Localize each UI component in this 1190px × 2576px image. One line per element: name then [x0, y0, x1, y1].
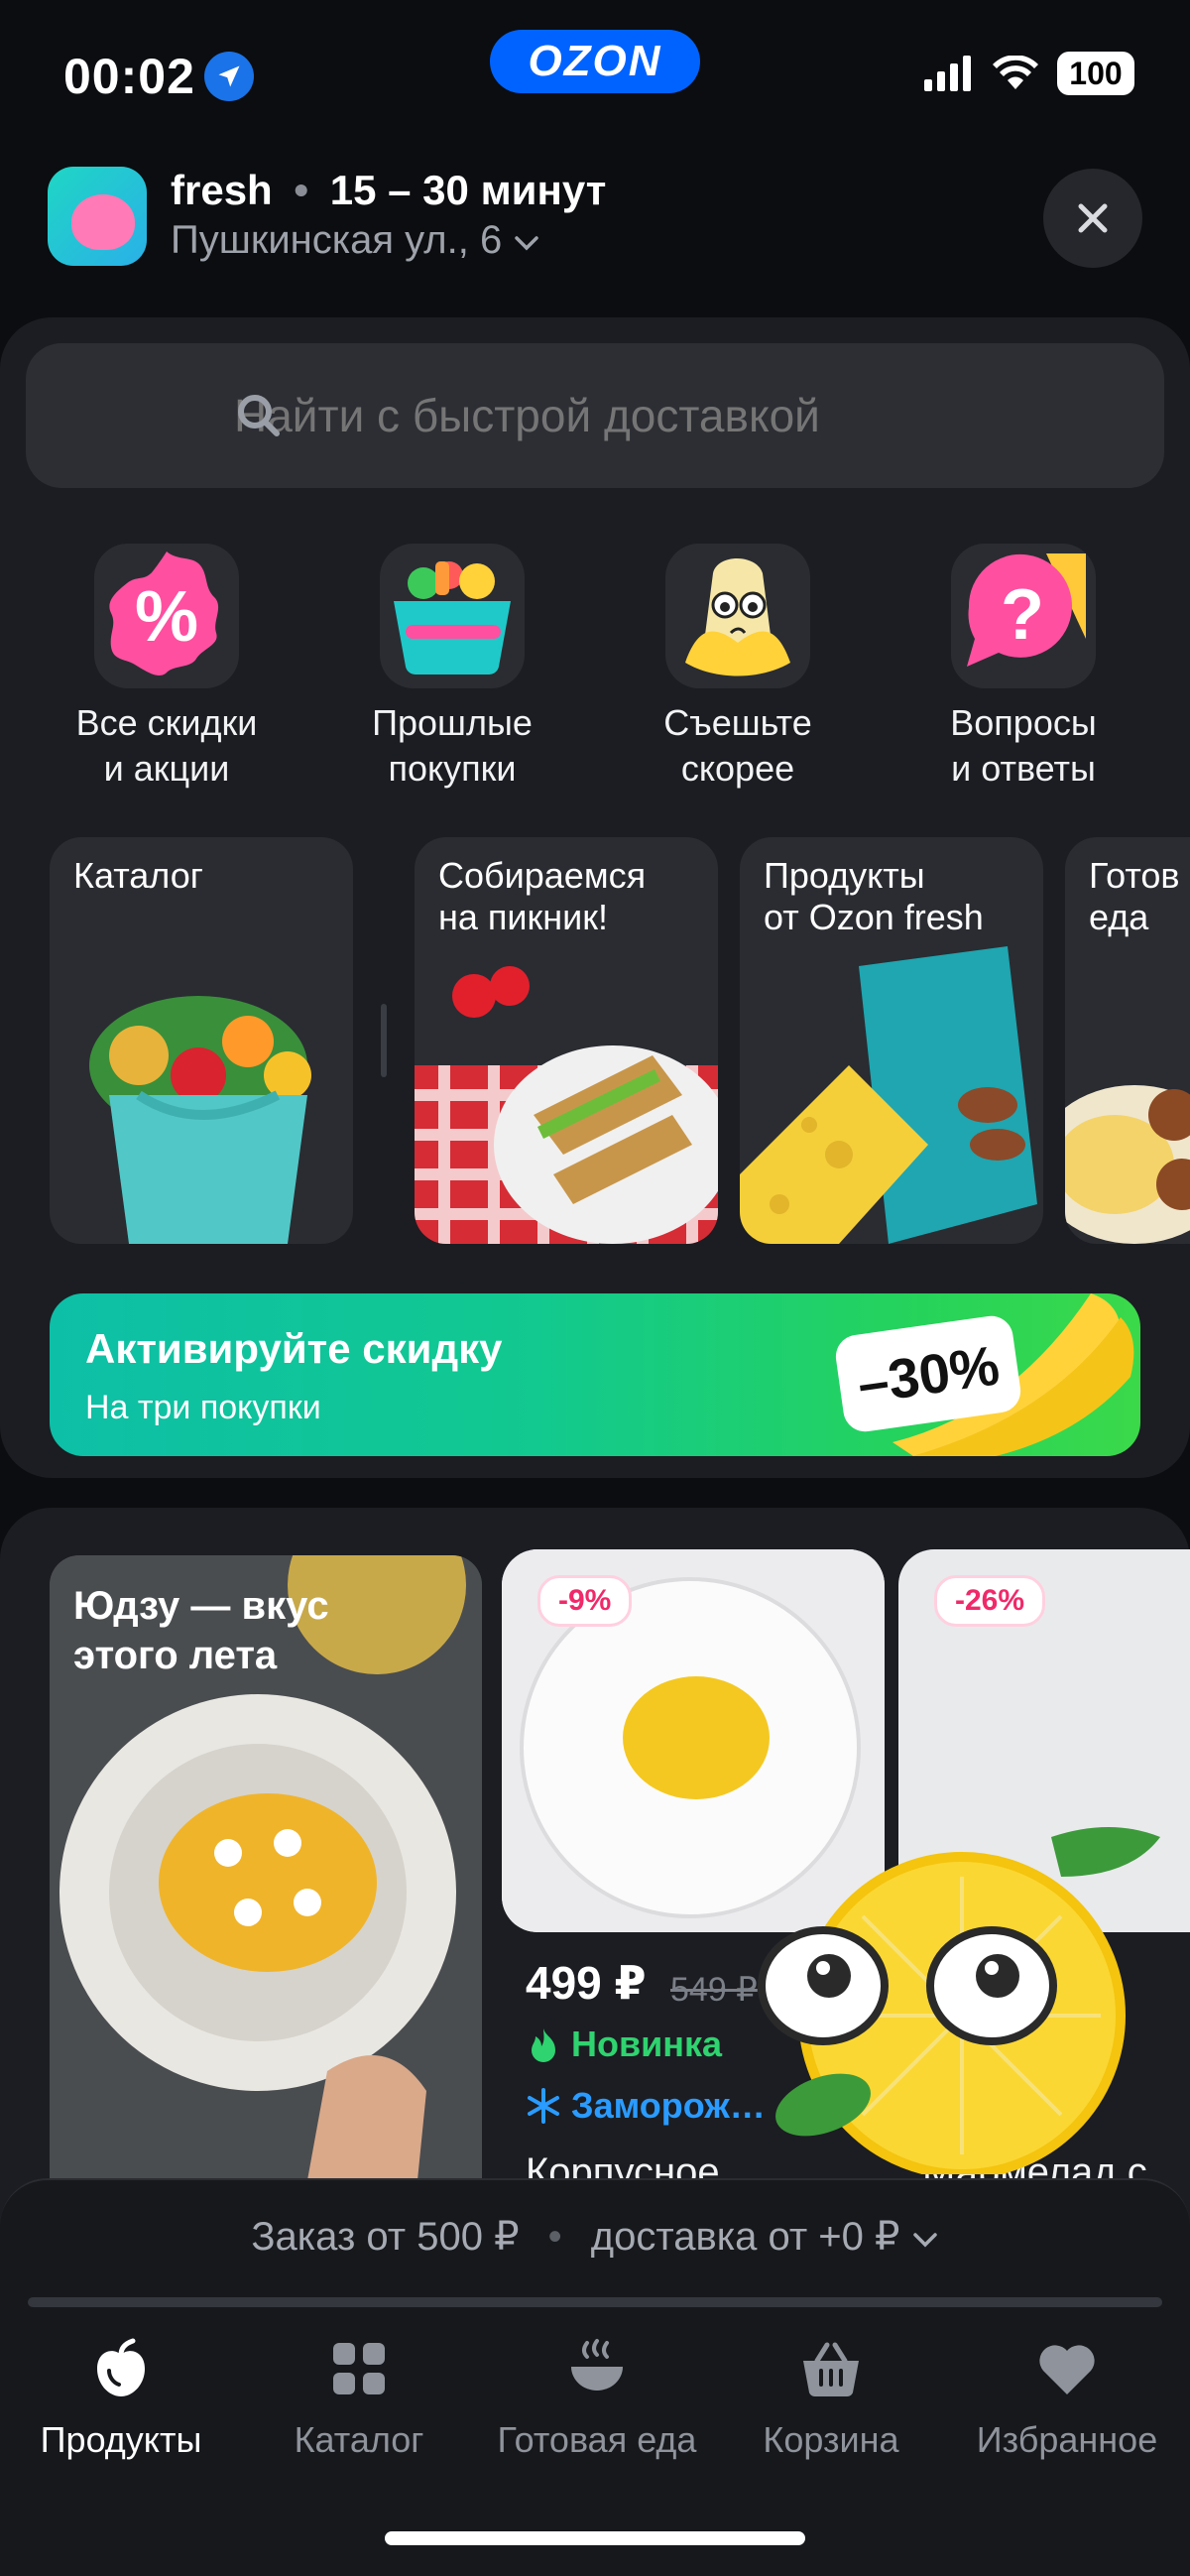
- nav-label: Корзина: [763, 2419, 899, 2460]
- activate-discount-banner[interactable]: Активируйте скидку На три покупки –30%: [50, 1293, 1140, 1456]
- wifi-icon: [993, 56, 1038, 89]
- status-time: 00:02: [63, 49, 195, 104]
- discount-badge: -9%: [537, 1575, 633, 1627]
- delivery-cost-text: доставка от +0 ₽: [590, 2215, 900, 2259]
- sheet-divider: [28, 2297, 1162, 2307]
- svg-text:?: ?: [1001, 575, 1044, 655]
- quick-action-label: Прошлые покупки: [372, 702, 533, 789]
- order-info[interactable]: Заказ от 500 ₽ • доставка от +0 ₽: [0, 2214, 1190, 2260]
- tag-frozen: Заморож…: [526, 2085, 766, 2127]
- grocery-bag-image: [89, 996, 311, 1244]
- nav-products[interactable]: Продукты: [2, 2337, 240, 2461]
- tile-title: Собираемся на пикник!: [438, 855, 647, 937]
- picnic-image: [415, 966, 718, 1244]
- close-icon: [1078, 203, 1108, 233]
- nav-label: Каталог: [294, 2419, 424, 2460]
- store-name: fresh: [171, 167, 273, 213]
- question-bubble-icon: ?: [951, 544, 1096, 688]
- fresh-store-logo: [48, 167, 147, 266]
- ozon-logo[interactable]: OZON: [490, 30, 700, 93]
- quick-action-discounts[interactable]: % Все скидки и акции: [38, 544, 296, 792]
- quick-action-eat-sooner[interactable]: Съешьте скорее: [609, 544, 867, 792]
- tile-title: Готов еда: [1089, 855, 1180, 937]
- ready-food-image: [1065, 1085, 1190, 1244]
- product-price: 499 ₽: [526, 1957, 647, 2009]
- title-separator: •: [294, 167, 309, 213]
- cellular-signal-icon: [924, 56, 971, 91]
- apple-icon: [97, 2338, 145, 2396]
- flame-icon: [532, 2028, 555, 2062]
- tile-ready-food[interactable]: Готов еда: [1065, 837, 1190, 1244]
- nav-label: Готовая еда: [497, 2419, 697, 2460]
- discount-badge: -26%: [934, 1575, 1046, 1627]
- tile-catalog[interactable]: Каталог: [50, 837, 353, 1244]
- tag-new: Новинка: [526, 2024, 722, 2065]
- tile-picnic[interactable]: Собираемся на пикник!: [415, 837, 718, 1244]
- grid-icon: [333, 2343, 385, 2394]
- hot-dish-icon: [571, 2339, 623, 2391]
- tile-title: Каталог: [73, 855, 203, 896]
- quick-action-label: Съешьте скорее: [663, 702, 812, 789]
- address-selector[interactable]: Пушкинская ул., 6: [171, 218, 540, 263]
- tile-title: Продукты от Ozon fresh: [764, 855, 984, 937]
- chevron-down-icon: [912, 2233, 937, 2248]
- chevron-down-icon: [515, 236, 539, 251]
- store-title[interactable]: fresh • 15 – 30 минут: [171, 167, 606, 214]
- banner-subtitle: На три покупки: [85, 1389, 321, 1426]
- basket-icon: [803, 2342, 859, 2397]
- percent-badge-icon: %: [94, 544, 239, 688]
- tag-new-label: Новинка: [571, 2024, 723, 2064]
- nav-label: Избранное: [976, 2419, 1158, 2460]
- promo-title: Юдзу — вкус этого лета: [73, 1584, 329, 1677]
- address-text: Пушкинская ул., 6: [171, 218, 503, 262]
- nav-catalog[interactable]: Каталог: [240, 2337, 478, 2461]
- delivery-time: 15 – 30 минут: [329, 167, 607, 213]
- quick-action-label: Вопросы и ответы: [950, 702, 1097, 789]
- heart-icon: [1039, 2345, 1095, 2394]
- quick-action-faq[interactable]: ? Вопросы и ответы: [894, 544, 1152, 792]
- home-indicator[interactable]: [385, 2531, 805, 2545]
- ozon-fresh-products-image: [740, 946, 1037, 1244]
- location-arrow-icon: [204, 52, 254, 101]
- grocery-basket-icon: [380, 544, 525, 688]
- snowflake-icon: [528, 2088, 559, 2124]
- scroll-indicator: [381, 1004, 387, 1077]
- nav-favorites[interactable]: Избранное: [948, 2337, 1186, 2461]
- quick-action-label: Все скидки и акции: [75, 702, 258, 789]
- close-button[interactable]: [1043, 169, 1142, 268]
- nav-ready-food[interactable]: Готовая еда: [478, 2337, 716, 2461]
- banner-title: Активируйте скидку: [85, 1325, 503, 1372]
- product-old-price: 549 ₽: [670, 1971, 758, 2009]
- tag-frozen-label: Заморож…: [571, 2085, 766, 2126]
- search-input[interactable]: [26, 343, 1164, 488]
- battery-indicator: 100: [1057, 52, 1134, 95]
- nav-label: Продукты: [40, 2419, 202, 2460]
- banana-character-icon: [665, 544, 810, 688]
- tile-ozon-fresh-products[interactable]: Продукты от Ozon fresh: [740, 837, 1043, 1244]
- status-bar: 00:02 OZON 100: [0, 0, 1190, 149]
- quick-action-past-purchases[interactable]: Прошлые покупки: [323, 544, 581, 792]
- nav-cart[interactable]: Корзина: [712, 2337, 950, 2461]
- lemon-mascot-sticker: [758, 1827, 1160, 2174]
- search-icon: [238, 395, 280, 436]
- min-order-text: Заказ от 500 ₽: [251, 2215, 520, 2259]
- svg-text:%: %: [135, 577, 198, 657]
